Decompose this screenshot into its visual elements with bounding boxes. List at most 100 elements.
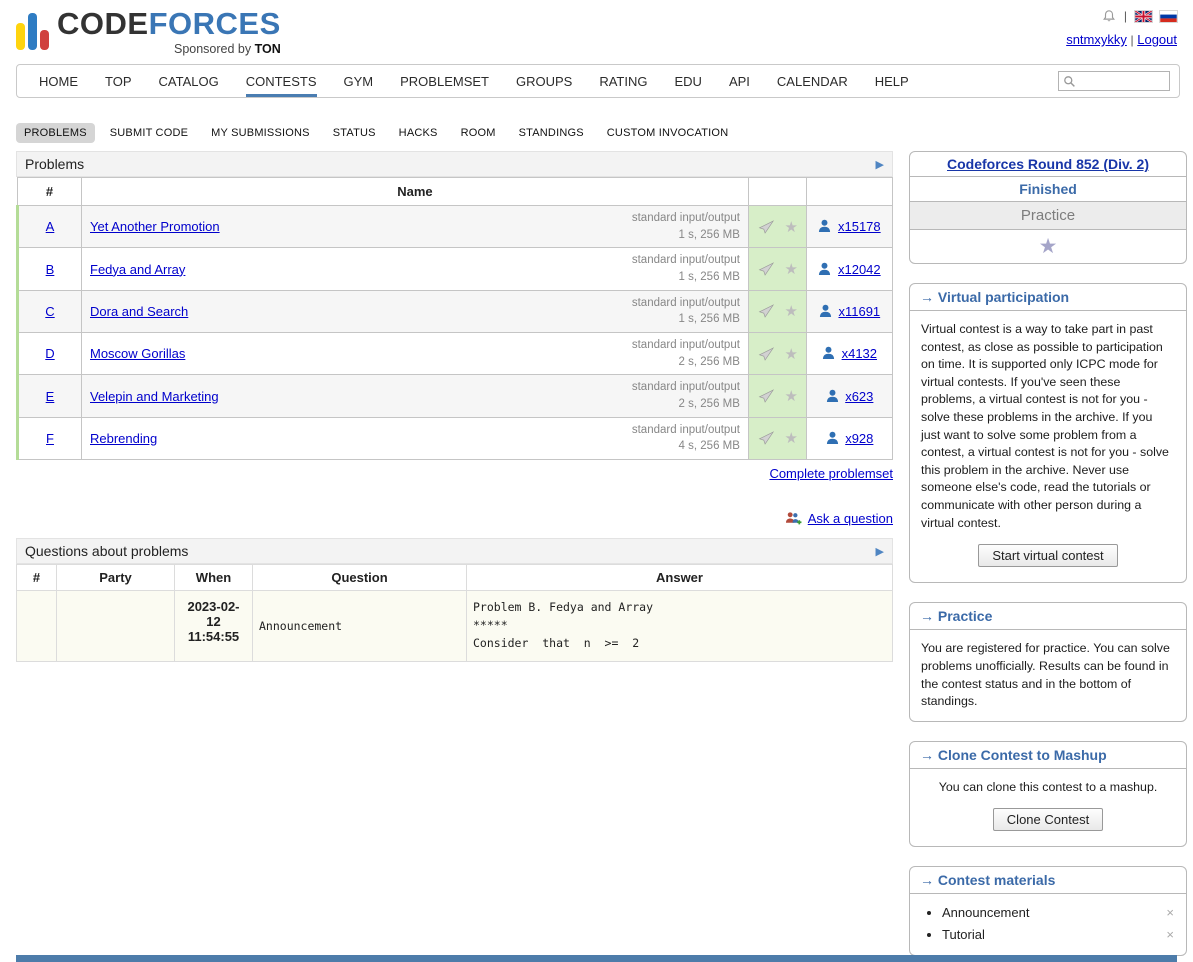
column-header-actions — [748, 178, 806, 206]
favorite-star-icon[interactable]: ★ — [785, 261, 798, 278]
tab-problems[interactable]: PROBLEMS — [16, 123, 95, 143]
column-header-name: Name — [82, 178, 749, 206]
favorite-star-icon[interactable]: ★ — [785, 219, 798, 236]
start-virtual-contest-button[interactable]: Start virtual contest — [978, 544, 1117, 567]
problem-name-link[interactable]: Moscow Gorillas — [90, 346, 185, 361]
expand-arrow-icon[interactable]: ▶ — [876, 158, 884, 171]
favorite-star-icon[interactable]: ★ — [785, 346, 798, 363]
submit-plane-icon[interactable] — [757, 220, 774, 234]
problem-row: F Rebrending standard input/output4 s, 2… — [18, 417, 893, 459]
logo-bar-yellow-icon — [16, 23, 25, 50]
search-input[interactable] — [1080, 73, 1165, 89]
codeforces-logo[interactable]: CODEFORCES Sponsored by TON — [16, 8, 281, 56]
nav-item-catalog[interactable]: CATALOG — [159, 65, 219, 97]
close-icon[interactable]: × — [1166, 927, 1174, 942]
problem-row: C Dora and Search standard input/output1… — [18, 290, 893, 332]
problem-name-link[interactable]: Dora and Search — [90, 304, 188, 319]
tab-status[interactable]: STATUS — [325, 123, 384, 143]
submit-plane-icon[interactable] — [757, 431, 774, 445]
username-link[interactable]: sntmxykky — [1066, 32, 1127, 47]
problem-name-link[interactable]: Rebrending — [90, 431, 157, 446]
column-header-when: When — [175, 565, 253, 591]
contest-info-box: Codeforces Round 852 (Div. 2) Finished P… — [909, 151, 1187, 264]
favorite-star-icon[interactable]: ★ — [785, 303, 798, 320]
nav-item-problemset[interactable]: PROBLEMSET — [400, 65, 489, 97]
problem-index-link[interactable]: F — [46, 431, 54, 446]
material-item: Tutorial × — [942, 927, 1174, 942]
question-row: 2023-02-12 11:54:55 Announcement Problem… — [17, 591, 893, 661]
ask-question-link[interactable]: Ask a question — [808, 511, 893, 526]
favorite-star-icon[interactable]: ★ — [785, 388, 798, 405]
nav-item-calendar[interactable]: CALENDAR — [777, 65, 848, 97]
solved-person-icon — [818, 219, 831, 233]
language-russian-flag-icon[interactable] — [1160, 11, 1177, 22]
problems-caption-bar: Problems ▶ — [16, 151, 893, 177]
nav-item-rating[interactable]: RATING — [599, 65, 647, 97]
contest-favorite-star-icon[interactable]: ★ — [1039, 235, 1058, 258]
contest-title-link[interactable]: Codeforces Round 852 (Div. 2) — [947, 156, 1149, 172]
problem-name-link[interactable]: Velepin and Marketing — [90, 389, 219, 404]
tab-my-submissions[interactable]: MY SUBMISSIONS — [203, 123, 318, 143]
solved-count-link[interactable]: x11691 — [838, 304, 880, 319]
codeforces-contest-page: CODEFORCES Sponsored by TON | sntmxykky … — [0, 0, 1193, 962]
tab-hacks[interactable]: HACKS — [391, 123, 446, 143]
submit-plane-icon[interactable] — [757, 304, 774, 318]
logo-text: CODEFORCES — [57, 8, 281, 39]
language-english-flag-icon[interactable] — [1135, 11, 1152, 22]
nav-item-home[interactable]: HOME — [39, 65, 78, 97]
solved-count-link[interactable]: x15178 — [838, 219, 881, 234]
tab-room[interactable]: ROOM — [453, 123, 504, 143]
problem-row: E Velepin and Marketing standard input/o… — [18, 375, 893, 417]
close-icon[interactable]: × — [1166, 905, 1174, 920]
solved-count-link[interactable]: x623 — [845, 389, 873, 404]
submit-plane-icon[interactable] — [757, 389, 774, 403]
column-header-question: Question — [253, 565, 467, 591]
search-box — [1058, 71, 1170, 91]
contest-tabs: PROBLEMS SUBMIT CODE MY SUBMISSIONS STAT… — [16, 123, 1177, 143]
material-announcement-link[interactable]: Announcement — [942, 905, 1029, 920]
problem-limits: standard input/output1 s, 256 MB — [632, 252, 740, 285]
clone-contest-button[interactable]: Clone Contest — [993, 808, 1103, 831]
problem-index-link[interactable]: A — [46, 219, 55, 234]
complete-problemset-link[interactable]: Complete problemset — [769, 466, 893, 481]
main-nav: HOME TOP CATALOG CONTESTS GYM PROBLEMSET… — [16, 64, 1180, 98]
expand-arrow-icon[interactable]: ▶ — [876, 545, 884, 558]
clone-contest-title: → Clone Contest to Mashup — [910, 742, 1186, 769]
practice-box: → Practice You are registered for practi… — [909, 602, 1187, 721]
solved-count-link[interactable]: x4132 — [842, 346, 877, 361]
problem-index-link[interactable]: D — [45, 346, 54, 361]
submit-plane-icon[interactable] — [757, 347, 774, 361]
problem-limits: standard input/output1 s, 256 MB — [632, 210, 740, 243]
problem-index-link[interactable]: B — [46, 262, 55, 277]
separator: | — [1124, 9, 1127, 23]
question-party — [57, 591, 175, 661]
nav-item-help[interactable]: HELP — [875, 65, 909, 97]
practice-title: → Practice — [910, 603, 1186, 630]
problem-name-link[interactable]: Fedya and Array — [90, 262, 185, 277]
contest-materials-list: Announcement × Tutorial × — [910, 905, 1174, 942]
contest-mode: Practice — [910, 202, 1186, 230]
tab-custom-invocation[interactable]: CUSTOM INVOCATION — [599, 123, 737, 143]
notification-bell-icon[interactable] — [1102, 9, 1116, 24]
solved-count-link[interactable]: x12042 — [838, 262, 881, 277]
nav-item-edu[interactable]: EDU — [674, 65, 701, 97]
problem-index-link[interactable]: E — [46, 389, 55, 404]
submit-plane-icon[interactable] — [757, 262, 774, 276]
material-tutorial-link[interactable]: Tutorial — [942, 927, 985, 942]
problem-row: A Yet Another Promotion standard input/o… — [18, 206, 893, 248]
questions-header-row: # Party When Question Answer — [17, 565, 893, 591]
nav-item-gym[interactable]: GYM — [344, 65, 374, 97]
nav-item-top[interactable]: TOP — [105, 65, 132, 97]
tab-standings[interactable]: STANDINGS — [511, 123, 592, 143]
nav-item-groups[interactable]: GROUPS — [516, 65, 572, 97]
footer-bar — [16, 955, 1177, 962]
logout-link[interactable]: Logout — [1137, 32, 1177, 47]
tab-submit-code[interactable]: SUBMIT CODE — [102, 123, 196, 143]
favorite-star-icon[interactable]: ★ — [785, 430, 798, 447]
column-header-index: # — [18, 178, 82, 206]
solved-count-link[interactable]: x928 — [845, 431, 873, 446]
nav-item-contests[interactable]: CONTESTS — [246, 65, 317, 97]
problem-index-link[interactable]: C — [45, 304, 54, 319]
nav-item-api[interactable]: API — [729, 65, 750, 97]
problem-name-link[interactable]: Yet Another Promotion — [90, 219, 220, 234]
